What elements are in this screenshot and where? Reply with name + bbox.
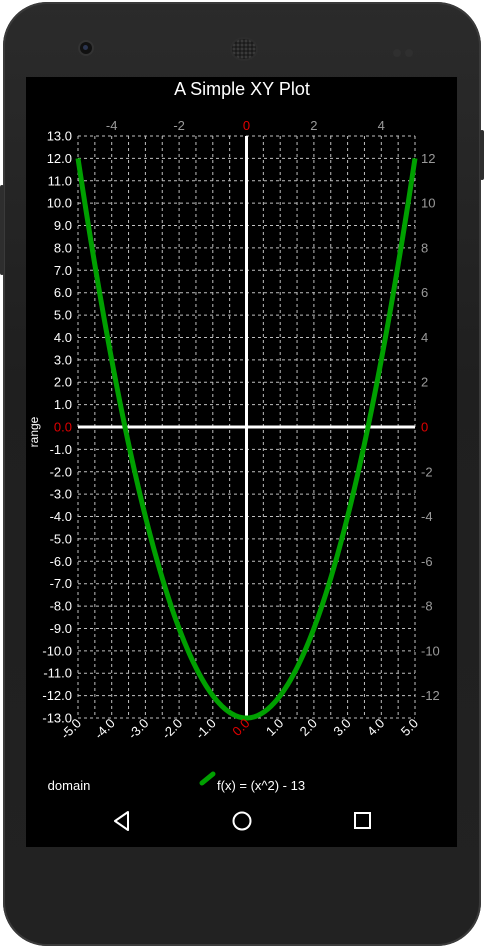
left-tick-label: -12.0	[42, 688, 72, 703]
right-tick-label: -4	[421, 509, 433, 524]
earpiece-speaker	[232, 39, 256, 59]
left-tick-label: 7.0	[54, 263, 72, 278]
left-tick-label: -5.0	[50, 531, 72, 546]
recents-icon[interactable]	[353, 811, 373, 831]
left-tick-label: 10.0	[47, 196, 72, 211]
left-tick-label: -9.0	[50, 621, 72, 636]
home-icon[interactable]	[231, 810, 253, 832]
left-tick-label: 3.0	[54, 352, 72, 367]
left-tick-label: -1.0	[50, 442, 72, 457]
right-tick-label: 4	[421, 330, 428, 345]
x-axis-label: domain	[48, 778, 91, 793]
left-tick-label: 0.0	[54, 420, 72, 435]
sensors	[393, 44, 421, 57]
top-tick-label: -4	[106, 118, 118, 133]
left-tick-label: 6.0	[54, 285, 72, 300]
right-tick-label: -12	[421, 688, 440, 703]
left-tick-label: 1.0	[54, 397, 72, 412]
legend-swatch	[199, 771, 216, 786]
right-tick-label: -2	[421, 464, 433, 479]
right-tick-label: 8	[421, 240, 428, 255]
left-tick-label: -11.0	[43, 666, 72, 681]
left-tick-label: 2.0	[54, 375, 72, 390]
bottom-tick-label: 5.0	[398, 716, 421, 739]
right-tick-label: -6	[421, 554, 433, 569]
top-tick-label: 4	[378, 118, 385, 133]
right-tick-label: 10	[421, 196, 435, 211]
xy-plot: A Simple XY Plot 13.0 12.0 11.0 10.0 9.0 8.0 7…	[27, 79, 440, 793]
left-tick-label: -4.0	[50, 509, 72, 524]
legend-label: f(x) = (x^2) - 13	[217, 778, 305, 793]
left-tick-label: -2.0	[50, 464, 72, 479]
bottom-tick-label: -1.0	[192, 716, 218, 742]
left-tick-label: -7.0	[50, 576, 72, 591]
bottom-tick-label: 4.0	[364, 716, 387, 739]
left-tick-label: -3.0	[50, 487, 72, 502]
left-tick-label: 12.0	[47, 151, 72, 166]
chart-title: A Simple XY Plot	[174, 79, 310, 99]
left-tick-label: 5.0	[54, 308, 72, 323]
right-tick-label: -8	[421, 599, 433, 614]
bottom-tick-label: -2.0	[159, 716, 185, 742]
right-tick-label: 12	[421, 151, 435, 166]
top-tick-label: -2	[173, 118, 185, 133]
y-axis-label: range	[27, 416, 41, 447]
bottom-tick-label: -3.0	[125, 716, 151, 742]
left-tick-label: 13.0	[47, 129, 72, 144]
right-tick-label: 2	[421, 375, 428, 390]
power-button	[480, 130, 484, 180]
right-tick-label: 0	[421, 420, 428, 435]
back-icon[interactable]	[112, 810, 132, 832]
bottom-tick-label: 3.0	[330, 716, 353, 739]
bottom-tick-label: 2.0	[297, 716, 320, 739]
right-tick-label: 6	[421, 285, 428, 300]
left-tick-label: 9.0	[54, 218, 72, 233]
front-camera	[80, 42, 92, 54]
left-tick-label: 11.0	[48, 173, 72, 188]
screen: A Simple XY Plot 13.0 12.0 11.0 10.0 9.0 8.0 7…	[26, 77, 457, 847]
left-tick-label: 4.0	[54, 330, 72, 345]
tick-labels: 13.0 12.0 11.0 10.0 9.0 8.0 7.0 6.0 5.0 4.0 3.0 2.0…	[42, 118, 439, 742]
right-tick-label: -10	[421, 643, 440, 658]
left-tick-label: -6.0	[50, 554, 72, 569]
bottom-tick-label: -4.0	[91, 716, 117, 742]
top-tick-label: 0	[243, 118, 250, 133]
volume-button	[0, 185, 4, 275]
left-tick-label: 8.0	[54, 240, 72, 255]
left-tick-label: -8.0	[50, 599, 72, 614]
top-tick-label: 2	[310, 118, 317, 133]
bottom-tick-label: 1.0	[263, 716, 286, 739]
legend: f(x) = (x^2) - 13	[199, 771, 305, 793]
left-tick-label: -10.0	[42, 643, 72, 658]
